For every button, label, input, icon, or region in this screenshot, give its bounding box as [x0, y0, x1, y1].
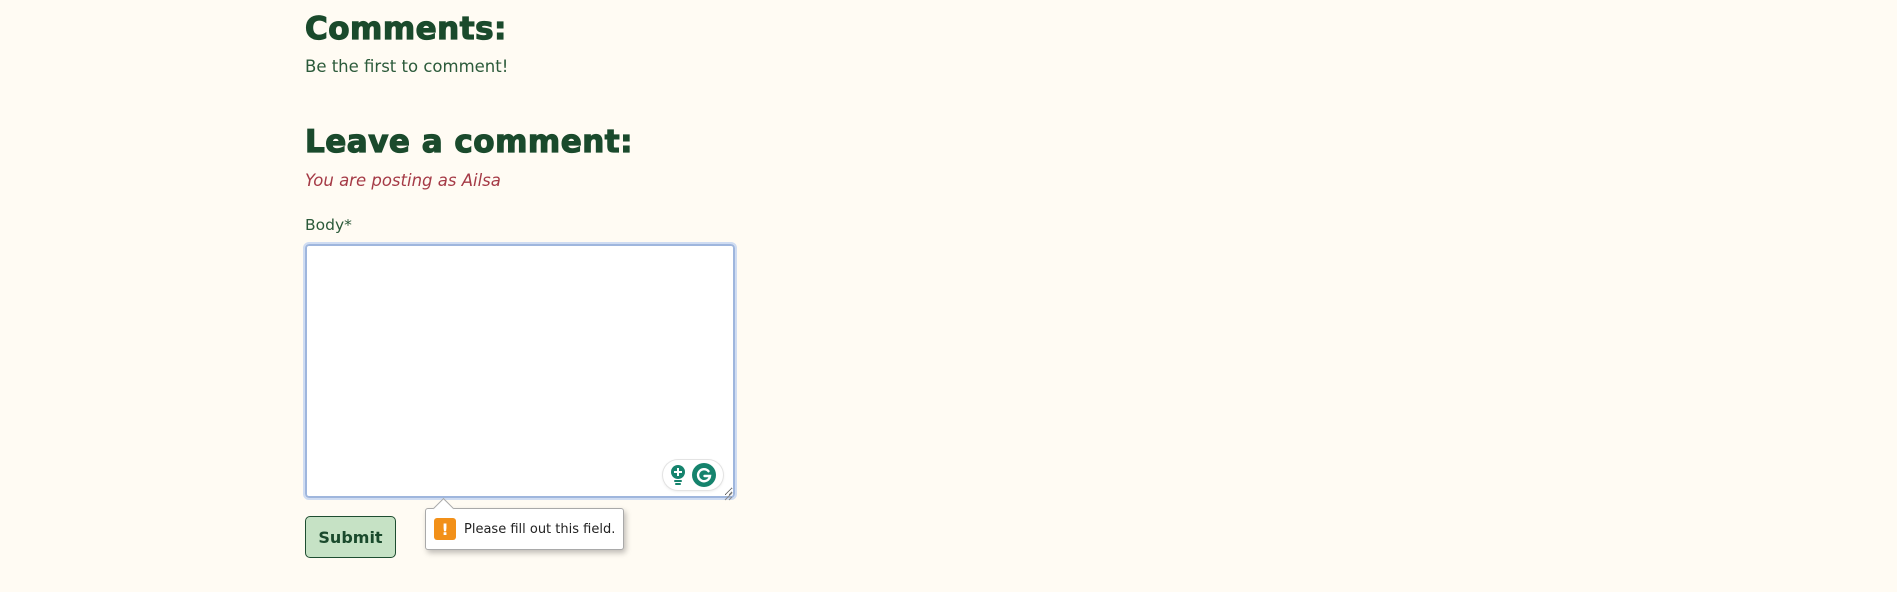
grammarly-logo-icon[interactable]	[692, 463, 716, 487]
warning-icon: !	[434, 518, 456, 540]
comment-body-textarea[interactable]	[303, 242, 737, 500]
textarea-resize-handle[interactable]	[723, 486, 733, 501]
lightbulb-icon[interactable]	[670, 464, 686, 486]
validation-tooltip: ! Please fill out this field.	[425, 497, 625, 550]
grammarly-widget[interactable]	[663, 460, 723, 490]
validation-message: Please fill out this field.	[464, 521, 616, 537]
posting-as-notice: You are posting as Ailsa	[305, 171, 501, 190]
no-comments-message: Be the first to comment!	[305, 57, 509, 76]
body-field-label: Body*	[305, 216, 352, 234]
submit-button[interactable]: Submit	[305, 516, 396, 558]
comments-heading: Comments:	[304, 10, 507, 47]
leave-comment-heading: Leave a comment:	[304, 123, 634, 160]
tooltip-arrow	[432, 497, 455, 520]
